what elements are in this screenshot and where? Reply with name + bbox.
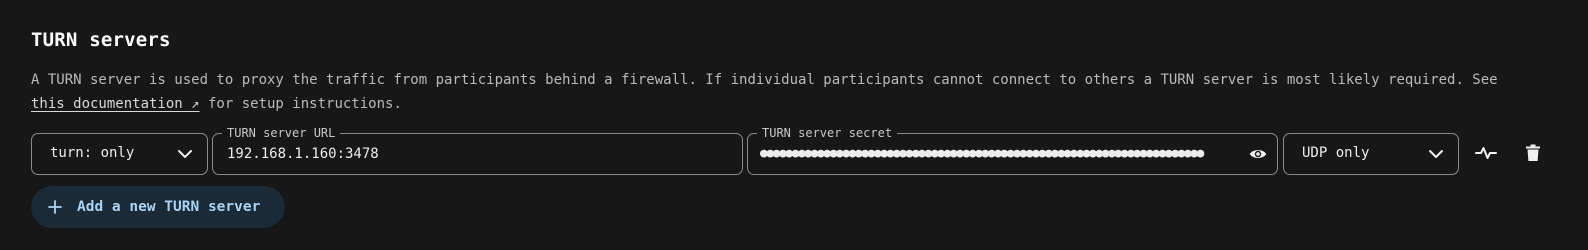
turn-url-value: 192.168.1.160:3478: [227, 146, 379, 162]
test-server-button[interactable]: [1474, 141, 1498, 165]
add-turn-server-label: Add a new TURN server: [77, 199, 261, 215]
turn-secret-value: ●●●●●●●●●●●●●●●●●●●●●●●●●●●●●●●●●●●●●●●●…: [760, 146, 1204, 161]
pulse-icon: [1475, 147, 1497, 159]
section-title: TURN servers: [31, 29, 171, 51]
protocol-value: UDP only: [1302, 145, 1370, 161]
description-text-1: A TURN server is used to proxy the traff…: [31, 72, 1498, 88]
turn-servers-section: TURN servers A TURN server is used to pr…: [0, 0, 1588, 250]
turn-scheme-select[interactable]: turn: only: [31, 133, 208, 175]
protocol-select[interactable]: UDP only: [1283, 133, 1459, 175]
turn-url-field[interactable]: TURN server URL 192.168.1.160:3478: [212, 125, 743, 175]
eye-icon[interactable]: [1249, 146, 1267, 162]
chevron-down-icon: [1429, 150, 1443, 158]
turn-secret-label: TURN server secret: [757, 125, 898, 141]
turn-secret-field[interactable]: TURN server secret ●●●●●●●●●●●●●●●●●●●●●…: [747, 125, 1278, 175]
plus-icon: [48, 200, 62, 214]
delete-server-button[interactable]: [1521, 141, 1545, 165]
description-text-2: for setup instructions.: [199, 96, 402, 112]
documentation-link[interactable]: this documentation ↗: [31, 96, 200, 112]
add-turn-server-button[interactable]: Add a new TURN server: [31, 186, 285, 228]
section-description: A TURN server is used to proxy the traff…: [31, 68, 1531, 116]
turn-url-label: TURN server URL: [222, 125, 341, 141]
trash-icon: [1526, 144, 1540, 161]
turn-scheme-value: turn: only: [50, 145, 135, 161]
chevron-down-icon: [178, 150, 192, 158]
